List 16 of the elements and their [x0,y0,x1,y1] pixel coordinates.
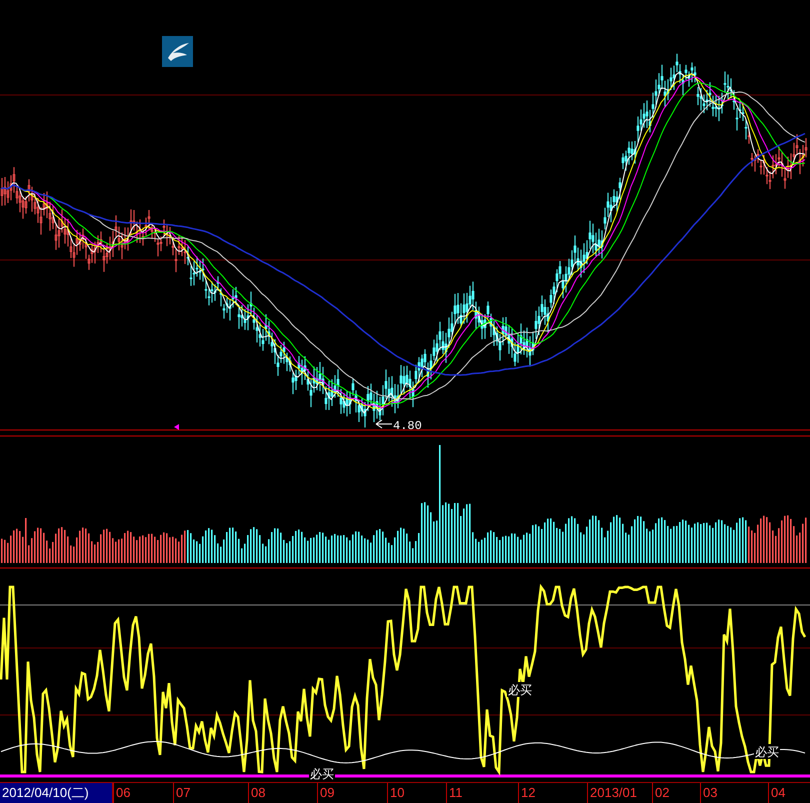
current-date: 2012/04/10(二) [0,783,112,803]
month-label: 03 [700,783,718,803]
buy-signal-label: 必买 [310,767,334,781]
low-price-label: 4.80 [393,419,422,433]
month-label: 12 [518,783,536,803]
month-label: 10 [387,783,404,803]
month-label: 11 [446,783,462,803]
buy-signal-label: 必买 [755,745,779,759]
month-label: 09 [317,783,334,803]
month-label: 2013/01 [587,783,637,803]
month-label: 06 [113,783,130,803]
month-label: 04 [768,783,786,803]
buy-signal-label: 必买 [508,683,532,697]
month-label: 02 [652,783,670,803]
month-label: 08 [248,783,266,803]
month-label: 07 [173,783,190,803]
